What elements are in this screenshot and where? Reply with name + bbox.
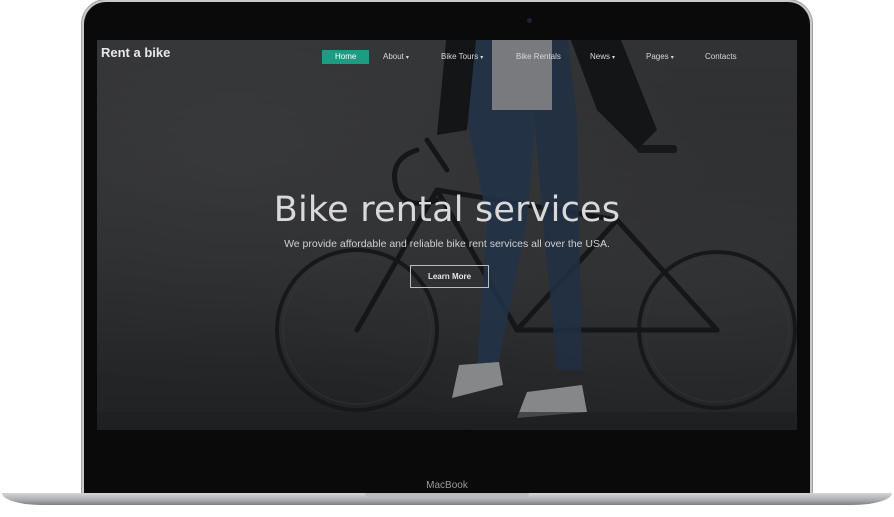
main-navigation: Home About ▾ Bike Tours ▾ Bike Rentals New… [97,50,797,66]
nav-home[interactable]: Home [322,50,370,64]
device-label: MacBook [426,480,468,491]
laptop-notch [365,493,529,498]
hero-subtitle: We provide affordable and reliable bike … [284,238,610,250]
camera-dot [527,18,532,23]
chevron-down-icon: ▾ [405,55,409,61]
chevron-down-icon: ▾ [670,55,674,61]
nav-about[interactable]: About ▾ [383,50,409,64]
nav-bike-rentals[interactable]: Bike Rentals [516,50,561,64]
nav-pages[interactable]: Pages ▾ [646,50,674,64]
chevron-down-icon: ▾ [480,55,484,61]
hero-dark-overlay [97,40,797,430]
nav-news[interactable]: News ▾ [590,50,615,64]
nav-contacts[interactable]: Contacts [705,50,737,64]
hero-title: Bike rental services [273,190,621,230]
learn-more-button[interactable]: Learn More [410,265,489,288]
nav-bike-tours[interactable]: Bike Tours ▾ [441,50,483,64]
chevron-down-icon: ▾ [612,55,616,61]
website-screen: Rent a bike Home About ▾ Bike Tours ▾ Bike… [97,40,797,430]
